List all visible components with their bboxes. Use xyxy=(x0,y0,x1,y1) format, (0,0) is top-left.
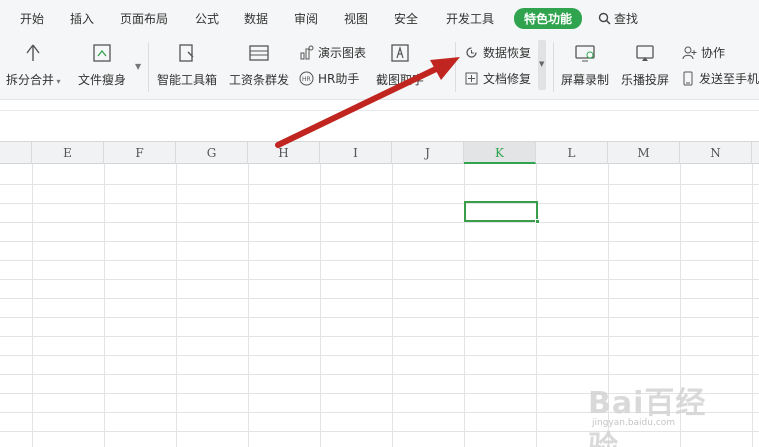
phone-icon xyxy=(683,71,693,86)
grid-column-line xyxy=(320,164,321,447)
hr-assistant-button[interactable]: HR HR助手 xyxy=(299,70,359,87)
demo-chart-button[interactable]: 演示图表 xyxy=(299,44,366,61)
ribbon-divider xyxy=(553,42,554,92)
data-recovery-label: 数据恢复 xyxy=(483,46,532,60)
file-slim-label: 文件瘦身 xyxy=(78,73,127,87)
data-recovery-button[interactable]: 数据恢复 xyxy=(464,44,531,61)
search-button[interactable]: 查找 xyxy=(598,10,638,27)
cast-button[interactable]: 乐播投屏 xyxy=(621,36,669,88)
grid-column-line xyxy=(752,164,753,447)
tab-insert[interactable]: 插入 xyxy=(70,10,94,27)
scroll-grip-icon: ▼ xyxy=(539,60,545,68)
watermark-main: Bai百经验 xyxy=(588,386,707,447)
formula-divider xyxy=(0,110,759,111)
split-merge-icon xyxy=(26,44,40,61)
grid-row-line xyxy=(0,374,759,375)
collab-button[interactable]: 协作 xyxy=(682,44,725,61)
payslip-label: 工资条群发 xyxy=(229,73,290,87)
search-label: 查找 xyxy=(614,12,639,26)
screen-record-label: 屏幕录制 xyxy=(561,73,610,87)
cast-label: 乐播投屏 xyxy=(621,73,670,87)
search-icon xyxy=(598,12,611,25)
ribbon-toolbar: 拆分合并 ▾ 文件瘦身 ▼ 智能工具箱 工资条群发 演示图表 HR HR助手 截… xyxy=(0,36,759,100)
grid-row-line xyxy=(0,184,759,185)
ribbon-divider xyxy=(148,42,149,92)
send-to-phone-label: 发送至手机 xyxy=(699,72,759,86)
send-to-phone-button[interactable]: 发送至手机 xyxy=(680,70,759,87)
tab-page-layout[interactable]: 页面布局 xyxy=(120,10,168,27)
column-header-g[interactable]: G xyxy=(176,142,248,164)
watermark-url: jingyan.baidu.com xyxy=(592,418,676,428)
demo-chart-label: 演示图表 xyxy=(318,46,367,60)
column-header-k[interactable]: K xyxy=(464,142,536,164)
split-merge-button[interactable]: 拆分合并 ▾ xyxy=(6,36,61,88)
file-slim-icon xyxy=(93,44,111,62)
active-cell-k[interactable] xyxy=(464,201,540,224)
payslip-icon xyxy=(249,45,269,61)
grid-row-line xyxy=(0,336,759,337)
ribbon-divider xyxy=(455,42,456,92)
grid-column-line xyxy=(32,164,33,447)
column-header-i[interactable]: I xyxy=(320,142,392,164)
grid-row-line xyxy=(0,241,759,242)
column-header-n[interactable]: N xyxy=(680,142,752,164)
tab-home[interactable]: 开始 xyxy=(20,10,44,27)
ribbon-expand-icon[interactable]: ▼ xyxy=(135,62,141,71)
payslip-button[interactable]: 工资条群发 xyxy=(229,36,289,88)
tab-special-features[interactable]: 特色功能 xyxy=(514,8,583,29)
collab-label: 协作 xyxy=(701,46,726,60)
column-header-f[interactable]: F xyxy=(104,142,176,164)
watermark-logo: Bai百经验 jingyan.baidu.com xyxy=(588,378,728,447)
svg-text:HR: HR xyxy=(302,76,311,83)
tab-developer[interactable]: 开发工具 xyxy=(446,10,494,27)
doc-repair-button[interactable]: 文档修复 xyxy=(464,70,531,87)
column-header-bar: E F G H I J K L M N xyxy=(0,142,759,164)
screenshot-ocr-icon xyxy=(391,44,409,62)
screenshot-ocr-button[interactable]: 截图取字 xyxy=(376,36,424,88)
screen-record-icon xyxy=(575,45,595,62)
column-header-e[interactable]: E xyxy=(32,142,104,164)
hr-icon: HR xyxy=(299,71,314,86)
screen-record-button[interactable]: 屏幕录制 xyxy=(561,36,609,88)
smart-toolbox-label: 智能工具箱 xyxy=(157,73,218,87)
menu-bar: 开始 插入 页面布局 公式 数据 审阅 视图 安全 开发工具 特色功能 查找 xyxy=(0,0,759,36)
grid-column-line xyxy=(392,164,393,447)
grid-column-line xyxy=(176,164,177,447)
grid-row-line xyxy=(0,260,759,261)
grid-row-line xyxy=(0,203,759,204)
tab-view[interactable]: 视图 xyxy=(344,10,368,27)
recovery-icon xyxy=(466,47,477,58)
fill-handle[interactable] xyxy=(535,219,540,224)
tab-review[interactable]: 审阅 xyxy=(294,10,318,27)
collab-icon xyxy=(682,46,697,60)
grid-row-line xyxy=(0,355,759,356)
repair-icon xyxy=(465,72,478,85)
column-header-j[interactable]: J xyxy=(392,142,464,164)
column-header-h[interactable]: H xyxy=(248,142,320,164)
grid-row-line xyxy=(0,222,759,223)
file-slim-button[interactable]: 文件瘦身 xyxy=(78,36,126,88)
chart-icon xyxy=(300,45,314,60)
tab-data[interactable]: 数据 xyxy=(244,10,268,27)
screenshot-ocr-label: 截图取字 xyxy=(376,73,425,87)
grid-row-line xyxy=(0,298,759,299)
cast-icon xyxy=(636,45,654,61)
hr-assistant-label: HR助手 xyxy=(318,72,360,86)
split-merge-label: 拆分合并 xyxy=(6,73,55,87)
grid-column-line xyxy=(248,164,249,447)
column-header-partial[interactable] xyxy=(0,142,32,164)
smart-toolbox-icon xyxy=(179,44,194,62)
formula-bar-area xyxy=(0,100,759,142)
smart-toolbox-button[interactable]: 智能工具箱 xyxy=(157,36,217,88)
doc-repair-label: 文档修复 xyxy=(483,72,532,86)
tab-security[interactable]: 安全 xyxy=(394,10,418,27)
grid-column-line xyxy=(104,164,105,447)
column-header-m[interactable]: M xyxy=(608,142,680,164)
column-header-l[interactable]: L xyxy=(536,142,608,164)
grid-row-line xyxy=(0,279,759,280)
ribbon-scroll[interactable]: ▼ xyxy=(538,40,546,90)
grid-row-line xyxy=(0,317,759,318)
tab-formulas[interactable]: 公式 xyxy=(195,10,219,27)
